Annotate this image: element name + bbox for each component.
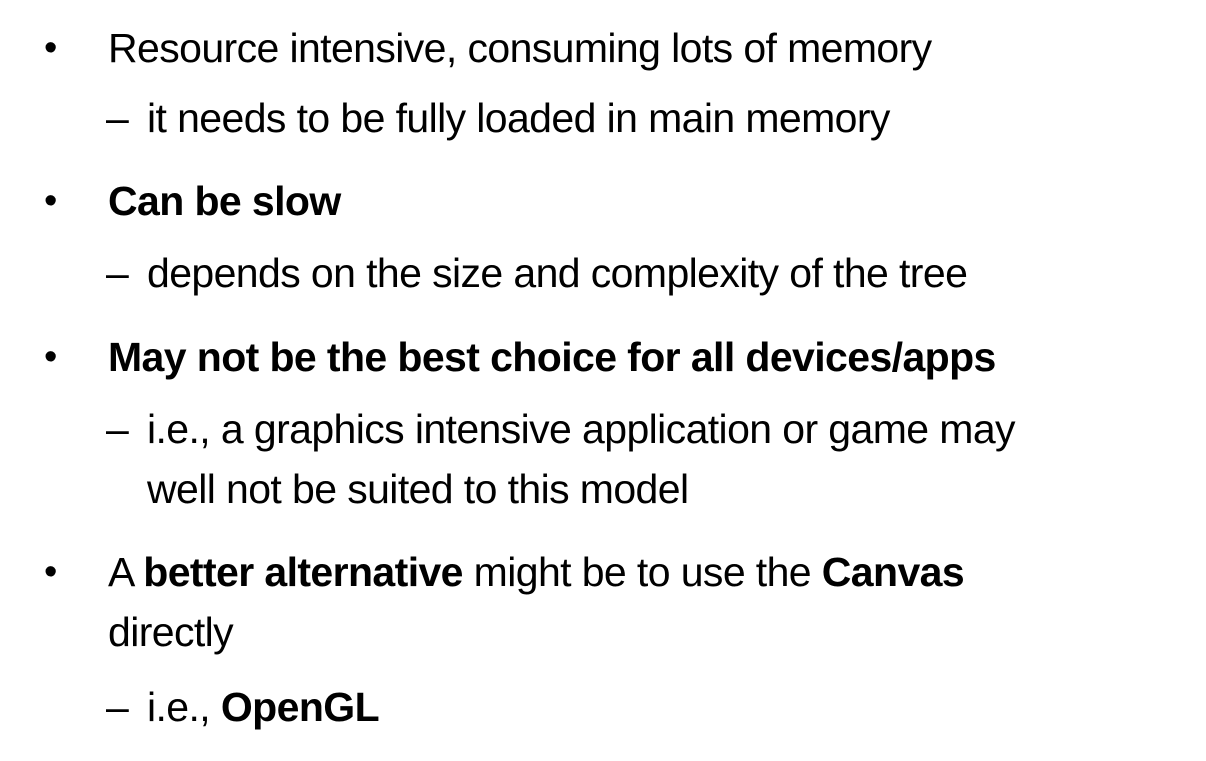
sub-text-1: it needs to be fully loaded in main memo… [147,95,890,141]
bullet-marker: • [44,551,58,593]
bullet-marker: • [44,27,58,69]
bullet-text-3: May not be the best choice for all devic… [108,334,996,380]
bullet-text-4-emphasis-canvas: Canvas [821,549,965,595]
bullet-text-2: Can be slow [108,178,341,224]
bullet-marker: • [44,180,58,222]
bullet-text-4-part-b: might be to use the [462,549,822,595]
bullet-text-4-line-1: A better alternative might be to use the… [108,542,1198,602]
sub-marker: – [106,684,129,730]
sub-marker: – [106,95,129,141]
sub-marker: – [106,406,129,452]
slide: • Resource intensive, consuming lots of … [0,0,1206,761]
bullet-text-1: Resource intensive, consuming lots of me… [108,25,932,71]
bullet-marker: • [44,336,58,378]
sub-marker: – [106,250,129,296]
sub-text-4-part-a: i.e., [147,684,221,730]
sub-text-3-line-1: i.e., a graphics intensive application o… [147,406,1016,452]
bullet-text-4-part-a: A [108,549,144,595]
sub-text-3-line-2: well not be suited to this model [147,466,689,512]
sub-text-2: depends on the size and complexity of th… [147,250,968,296]
bullet-text-4-line-2: directly [108,609,234,655]
sub-text-4-emphasis-opengl: OpenGL [220,684,380,730]
bullet-text-4-emphasis-better-alternative: better alternative [143,549,463,595]
sub-text-4: i.e., OpenGL [147,677,1202,737]
